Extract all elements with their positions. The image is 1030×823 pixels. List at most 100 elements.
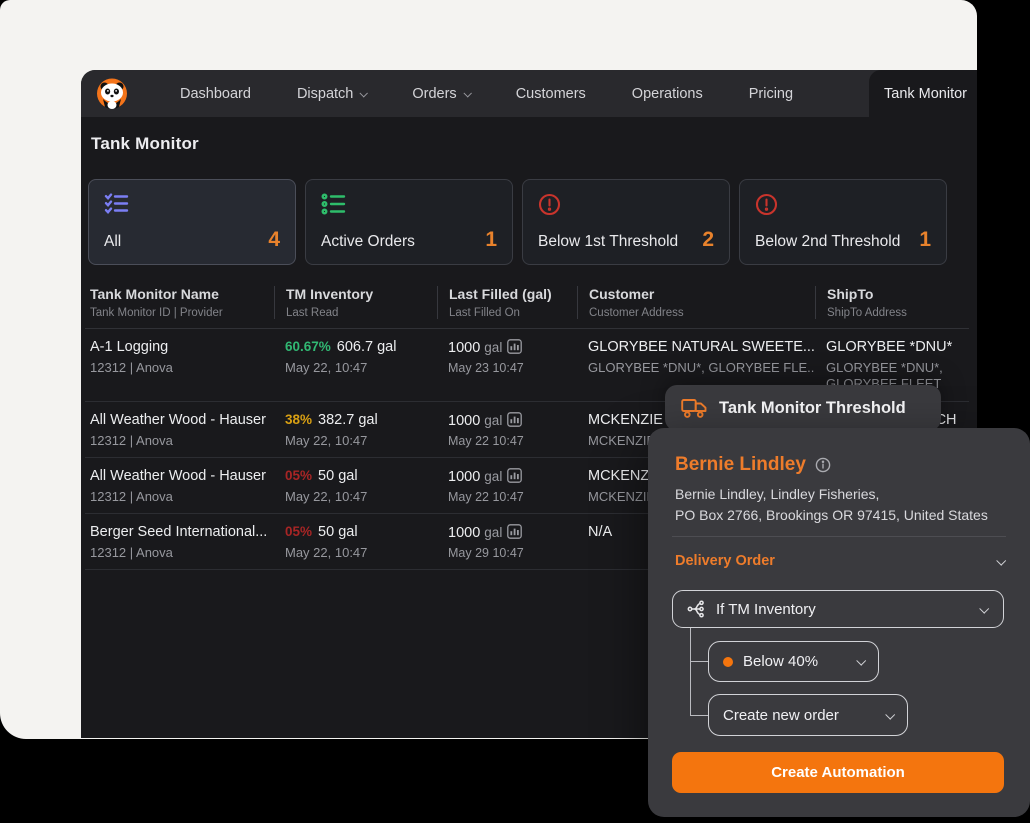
- create-automation-button[interactable]: Create Automation: [672, 752, 1004, 793]
- column-title: Tank Monitor Name: [90, 286, 219, 302]
- inventory-gallons: 50 gal: [318, 524, 358, 540]
- column-header-last-filled[interactable]: Last Filled (gal) Last Filled On: [437, 286, 577, 319]
- tank-meta: 12312 | Anova: [90, 545, 173, 560]
- list-status-icon: [321, 193, 346, 215]
- stat-count: 2: [702, 228, 714, 251]
- panda-logo-icon: [97, 78, 127, 109]
- column-subtitle: Last Filled On: [449, 307, 520, 319]
- last-read: May 22, 10:47: [285, 545, 368, 560]
- condition-label: If TM Inventory: [716, 600, 816, 618]
- nav-label: Operations: [631, 85, 703, 102]
- chevron-down-icon: [885, 709, 896, 720]
- chevron-down-icon: [996, 555, 1007, 566]
- column-header-shipto[interactable]: ShipTo ShipTo Address: [815, 286, 969, 319]
- threshold-dropdown[interactable]: Below 40%: [708, 641, 879, 682]
- column-title: Customer: [589, 286, 655, 302]
- info-icon[interactable]: [815, 457, 831, 473]
- stat-label: Below 2nd Threshold: [755, 233, 901, 250]
- action-dropdown[interactable]: Create new order: [708, 694, 908, 736]
- inventory-percent: 38%: [285, 412, 313, 427]
- address-line-2: PO Box 2766, Brookings OR 97415, United …: [675, 507, 988, 523]
- column-title: TM Inventory: [286, 286, 374, 302]
- nav-label: Dashboard: [180, 85, 251, 102]
- stat-tiles: All 4 Active Orders 1 Below 1st Threshol…: [88, 179, 947, 265]
- filled-on: May 22 10:47: [448, 434, 524, 448]
- connector-line: [690, 628, 691, 716]
- nav-tab-tank-monitor-active[interactable]: Tank Monitor: [869, 70, 977, 117]
- tank-name: A-1 Logging: [90, 339, 169, 355]
- bar-chart-icon[interactable]: [507, 412, 523, 427]
- nav-item-dispatch[interactable]: Dispatch: [274, 70, 389, 117]
- brand-logo[interactable]: [95, 70, 129, 117]
- filled-qty: 1000: [448, 340, 481, 356]
- page-title: Tank Monitor: [91, 134, 199, 153]
- connector-line: [690, 661, 708, 662]
- popup-customer-name: Bernie Lindley: [675, 454, 806, 475]
- stat-count: 1: [919, 228, 931, 251]
- section-label: Delivery Order: [675, 553, 775, 569]
- connector-line: [690, 715, 708, 716]
- tank-meta: 12312 | Anova: [90, 489, 173, 504]
- bar-chart-icon[interactable]: [507, 339, 523, 354]
- stat-count: 4: [268, 228, 280, 251]
- bar-chart-icon[interactable]: [507, 524, 523, 539]
- column-subtitle: Tank Monitor ID | Provider: [90, 307, 223, 319]
- filled-qty: 1000: [448, 469, 481, 485]
- stat-tile-below-1st-threshold[interactable]: Below 1st Threshold 2: [522, 179, 730, 265]
- column-header-customer[interactable]: Customer Customer Address: [577, 286, 815, 319]
- stat-tile-active-orders[interactable]: Active Orders 1: [305, 179, 513, 265]
- tank-name: All Weather Wood - Hauser: [90, 468, 266, 484]
- nav-item-customers[interactable]: Customers: [493, 70, 609, 117]
- filled-on: May 29 10:47: [448, 546, 524, 560]
- checklist-icon: [104, 193, 129, 214]
- inventory-percent: 05%: [285, 524, 313, 539]
- inventory-gallons: 50 gal: [318, 468, 358, 484]
- nav-item-orders[interactable]: Orders: [389, 70, 492, 117]
- condition-dropdown[interactable]: If TM Inventory: [672, 590, 1004, 628]
- column-header-tm-inventory[interactable]: TM Inventory Last Read: [274, 286, 437, 319]
- branch-icon: [687, 600, 704, 618]
- nav-item-operations[interactable]: Operations: [609, 70, 726, 117]
- last-read: May 22, 10:47: [285, 360, 368, 375]
- filled-on: May 22 10:47: [448, 490, 524, 504]
- popup-tab-tank-monitor-threshold[interactable]: Tank Monitor Threshold: [665, 385, 941, 431]
- column-title: ShipTo: [827, 286, 874, 302]
- stat-label: All: [104, 233, 122, 250]
- alert-icon: [755, 193, 778, 216]
- column-header-tank-monitor-name[interactable]: Tank Monitor Name Tank Monitor ID | Prov…: [85, 286, 274, 319]
- stat-tile-below-2nd-threshold[interactable]: Below 2nd Threshold 1: [739, 179, 947, 265]
- column-subtitle: Customer Address: [589, 307, 684, 319]
- tank-name: Berger Seed International...: [90, 524, 268, 540]
- filled-unit: gal: [484, 413, 503, 428]
- last-read: May 22, 10:47: [285, 433, 368, 448]
- stat-tile-all[interactable]: All 4: [88, 179, 296, 265]
- nav-item-dashboard[interactable]: Dashboard: [157, 70, 274, 117]
- inventory-percent: 05%: [285, 468, 313, 483]
- chevron-down-icon: [359, 88, 369, 98]
- filled-qty: 1000: [448, 525, 481, 541]
- tank-meta: 12312 | Anova: [90, 360, 173, 375]
- bar-chart-icon[interactable]: [507, 468, 523, 483]
- inventory-gallons: 382.7 gal: [318, 412, 378, 428]
- chevron-down-icon: [979, 603, 990, 614]
- threshold-popup: Bernie Lindley Bernie Lindley, Lindley F…: [648, 428, 1030, 817]
- popup-title: Tank Monitor Threshold: [719, 398, 906, 417]
- action-label: Create new order: [723, 706, 839, 724]
- nav-label: Pricing: [748, 85, 794, 102]
- address-line-1: Bernie Lindley, Lindley Fisheries,: [675, 486, 880, 502]
- last-read: May 22, 10:47: [285, 489, 368, 504]
- filled-on: May 23 10:47: [448, 361, 524, 375]
- divider: [672, 536, 1006, 537]
- filled-unit: gal: [484, 340, 503, 355]
- nav-label: Tank Monitor: [884, 85, 968, 102]
- nav-label: Orders: [412, 85, 457, 102]
- nav-item-pricing[interactable]: Pricing: [726, 70, 816, 117]
- delivery-order-section-toggle[interactable]: Delivery Order: [675, 553, 1007, 569]
- stat-label: Below 1st Threshold: [538, 233, 679, 250]
- column-subtitle: ShipTo Address: [827, 307, 907, 319]
- threshold-label: Below 40%: [743, 653, 819, 670]
- customer-name: GLORYBEE NATURAL SWEETE...: [588, 339, 815, 355]
- table-header: Tank Monitor Name Tank Monitor ID | Prov…: [85, 280, 969, 329]
- column-title: Last Filled (gal): [449, 286, 552, 302]
- stat-count: 1: [485, 228, 497, 251]
